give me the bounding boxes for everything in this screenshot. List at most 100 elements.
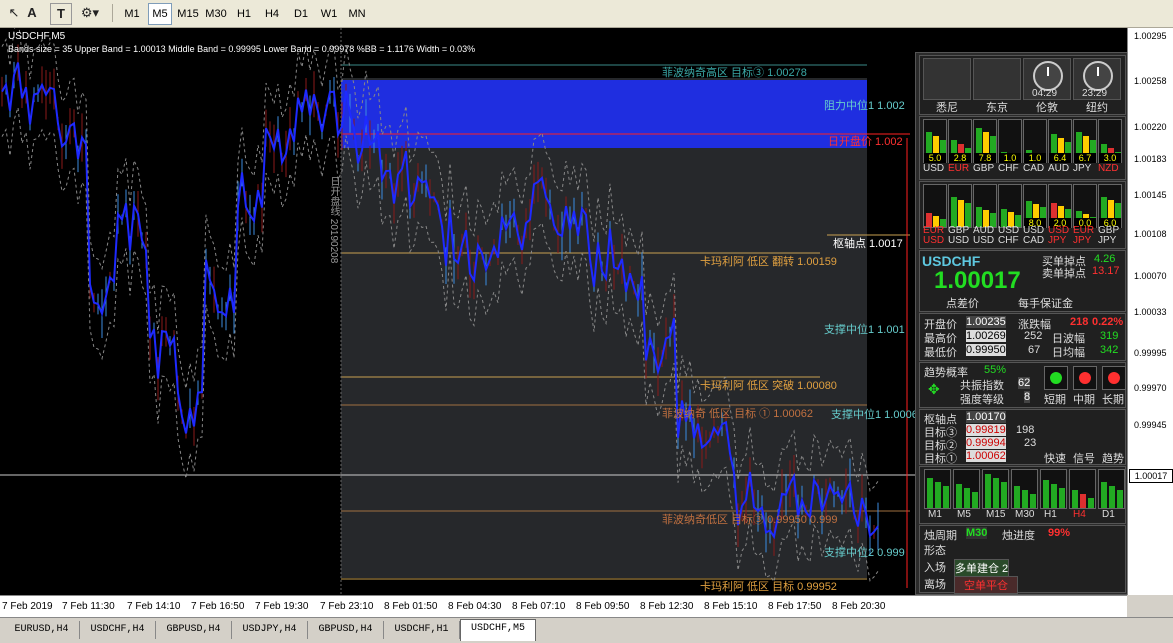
pair-quote: JPY [1073,235,1092,246]
pair-quote: USD [948,235,970,246]
pattern-label: 形态 [924,545,946,557]
currency-value: 2.8 [949,153,971,163]
target1-value: 1.00062 [966,450,1006,462]
currency-meter: 7.8 [973,119,997,163]
camarilla-target-label: 卡玛利阿 低区 目标 0.99952 [700,581,837,593]
info-panel: 04:29 23:29 悉尼 东京 伦敦 纽约 5.0 USD 2.8 EUR 7.8 G… [915,52,1127,595]
timeframe-mn[interactable]: MN [343,3,371,25]
pair-quote: JPY [1098,235,1117,246]
currency-meter: 6.4 [1048,119,1072,163]
time-tick: 8 Feb 12:30 [640,601,694,612]
chart-tab[interactable]: USDJPY,H4 [232,621,308,639]
price-tick: 1.00295 [1134,31,1167,41]
chart-tab[interactable]: GBPUSD,H4 [308,621,384,639]
timeframe-meter-label: D1 [1102,509,1115,520]
resistance-zone [341,80,867,148]
clock-time-london: 04:29 [1032,88,1058,99]
price-tick: 1.00070 [1134,271,1167,281]
trend-icon: ✥ [928,381,940,397]
timeframe-meter [1040,469,1067,509]
timeframe-meters: M1 M5 M15 M30 H1 H4 D1 [919,466,1126,524]
chart-area[interactable]: USDCHF,M5 Bands size = 35 Upper Band = 1… [0,28,1127,595]
signal-fast: 快速 [1044,453,1066,465]
cursor-icon[interactable]: ↖ [4,3,24,23]
time-tick: 8 Feb 07:10 [512,601,566,612]
fib-low-label: 菲波纳奇低区 目标③ 0.99950 0.999 [662,514,838,526]
pair-label: USD JPY [1048,226,1069,246]
term-long: 长期 [1102,394,1124,406]
pair-meter: 0.0 [1073,184,1097,228]
pair-label: EUR USD [923,226,944,246]
buy-slip-value: 4.26 [1094,253,1116,265]
entry-value: 多单建仓 2 [954,559,1010,577]
time-tick: 7 Feb 16:50 [191,601,245,612]
timeframe-w1[interactable]: W1 [317,3,341,25]
timeframe-m30[interactable]: M30 [202,3,230,25]
time-tick: 7 Feb 19:30 [255,601,309,612]
time-tick: 8 Feb 01:50 [384,601,438,612]
shapes-icon[interactable]: ⚙▾ [80,3,100,23]
timeframe-meter [1011,469,1038,509]
timeframe-h1[interactable]: H1 [232,3,256,25]
cycle-box: 烛周期 M30 烛进度 99% 形态 入场 多单建仓 2 离场 空单平仓 [919,525,1126,594]
timeframe-meter-label: M1 [928,509,942,520]
currency-value: 1.0 [999,153,1021,163]
day-open-label: 日开盘价 1.002 [828,136,903,148]
progress-value: 99% [1048,527,1071,539]
pair-meter [923,184,947,228]
chart-tab[interactable]: EURUSD,H4 [4,621,80,639]
text-t-icon[interactable]: T [50,3,72,25]
change-points: 218 [1070,316,1089,328]
pair-quote: CAD [1023,235,1045,246]
trend-box: 趋势概率 55% ✥ 共振指数 62 强度等级 8 短期 中期 长期 [919,362,1126,408]
support-mid1b-label: 支撑中位1 1.0006 [831,409,918,421]
symbol-price: 1.00017 [934,267,1021,294]
timeframe-meter-label: M15 [986,509,1006,520]
chart-tab[interactable]: USDCHF,H4 [80,621,156,639]
chart-tab[interactable]: USDCHF,M5 [460,619,536,641]
pair-strength: EUR USD GBP USD AUD USD USD CHF 8.0 USD CAD 2.0 USD J… [919,181,1126,249]
currency-meter: 1.0 [1023,119,1047,163]
time-axis: 7 Feb 2019 7 Feb 11:30 7 Feb 14:10 7 Feb 16… [0,595,1127,618]
timeframe-meter-label: M5 [957,509,971,520]
target2-value: 0.99994 [966,437,1006,449]
current-price-marker: 1.00017 [1129,469,1173,483]
time-tick: 7 Feb 14:10 [127,601,181,612]
chart-tab[interactable]: GBPUSD,H4 [156,621,232,639]
timeframe-meter [953,469,980,509]
time-tick: 8 Feb 17:50 [768,601,822,612]
target2-n: 23 [1024,437,1037,449]
pair-meter [973,184,997,228]
sell-slip-value: 13.17 [1092,265,1120,277]
currency-strength: 5.0 USD 2.8 EUR 7.8 GBP 1.0 CHF 1.0 CAD 6.4 AUD 6.7 J… [919,116,1126,180]
low-value: 0.99950 [966,344,1006,356]
timeframe-meter [1069,469,1096,509]
currency-label: CAD [1023,163,1045,174]
time-tick: 7 Feb 23:10 [320,601,374,612]
market-sydney: 悉尼 [936,102,958,114]
currency-label: CHF [998,163,1019,174]
signal-signal: 信号 [1073,453,1095,465]
timeframe-d1[interactable]: D1 [289,3,313,25]
currency-meter: 2.8 [948,119,972,163]
market-clocks: 04:29 23:29 悉尼 东京 伦敦 纽约 [919,55,1126,115]
price-axis: 1.00295 1.00258 1.00220 1.00183 1.00145 1.001… [1127,28,1173,595]
spread-label: 点差价 [946,298,979,310]
camarilla-break-label: 卡玛利阿 低区 突破 1.00080 [700,380,837,392]
timeframe-m1[interactable]: M1 [119,3,145,25]
pair-meter [948,184,972,228]
signal-trend: 趋势 [1102,453,1124,465]
low-n: 67 [1028,344,1041,356]
target3-value: 0.99819 [966,424,1006,436]
fib-target1-label: 菲波纳奇 低区 目标 ① 1.00062 [662,408,813,420]
cycle-label: 烛周期 [924,530,957,542]
timeframe-m15[interactable]: M15 [174,3,202,25]
text-a-icon[interactable]: A [22,3,42,23]
daily-avg: 342 [1100,344,1119,356]
timeframe-h4[interactable]: H4 [259,3,285,25]
entry-label: 入场 [924,562,946,574]
trend-prob: 55% [984,364,1007,376]
chart-tab[interactable]: USDCHF,H1 [384,621,460,639]
timeframe-meter-label: M30 [1015,509,1035,520]
timeframe-m5[interactable]: M5 [148,3,172,25]
